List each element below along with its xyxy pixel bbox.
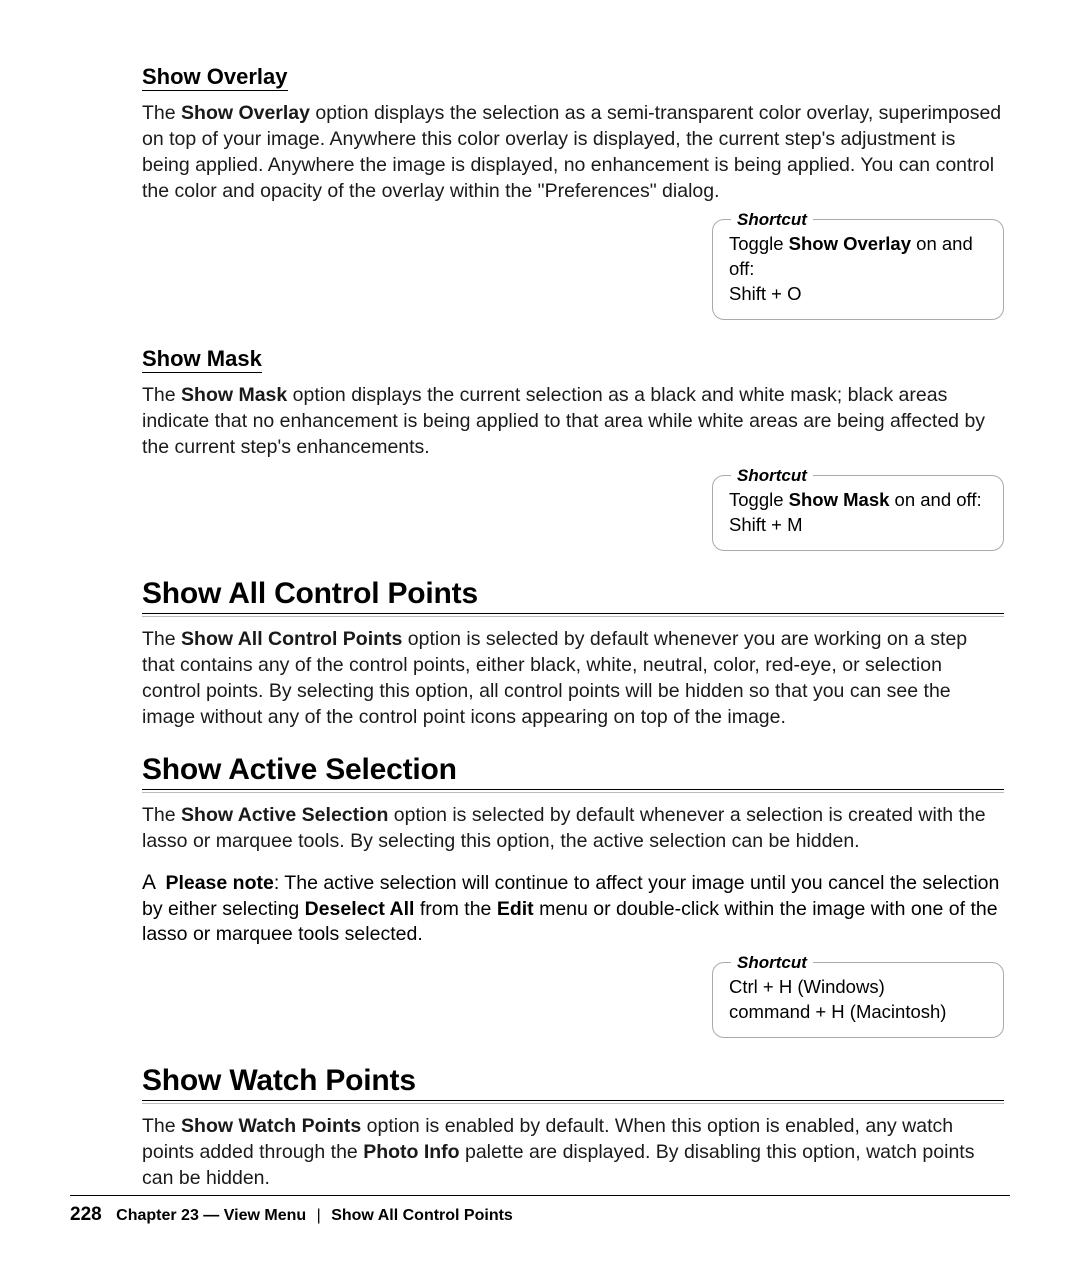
term-show-active: Show Active Selection <box>181 804 388 826</box>
page-number: 228 <box>70 1204 102 1225</box>
text-bold: Edit <box>497 898 534 920</box>
para-show-mask: The Show Mask option displays the curren… <box>142 383 1004 461</box>
text: on and off: <box>889 489 981 510</box>
para-show-all-cp: The Show All Control Points option is se… <box>142 627 1004 731</box>
shortcut-line2: Shift + O <box>729 282 987 307</box>
content-column: Show Overlay The Show Overlay option dis… <box>70 64 1010 1192</box>
text: The <box>142 384 181 406</box>
rule <box>142 1100 1004 1104</box>
shortcut-line1: Toggle Show Overlay on and off: <box>729 232 987 282</box>
shortcut-legend: Shortcut <box>731 465 813 488</box>
text-bold: Show Mask <box>789 489 890 510</box>
text: The <box>142 1115 181 1137</box>
note-marker-icon: A <box>142 871 156 894</box>
heading-show-active-selection: Show Active Selection <box>142 753 1004 787</box>
shortcut-show-active: Shortcut Ctrl + H (Windows) command + H … <box>712 962 1004 1038</box>
text-bold: Photo Info <box>363 1141 459 1163</box>
shortcut-line1: Ctrl + H (Windows) <box>729 975 987 1000</box>
footer-topic: Show All Control Points <box>331 1207 513 1224</box>
shortcut-legend: Shortcut <box>731 952 813 975</box>
page-footer: 228 Chapter 23 — View Menu | Show All Co… <box>70 1195 1010 1226</box>
shortcut-line1: Toggle Show Mask on and off: <box>729 488 987 513</box>
manual-page: Show Overlay The Show Overlay option dis… <box>0 0 1080 1270</box>
note-label: Please note <box>165 872 273 894</box>
heading-show-mask: Show Mask <box>142 346 262 373</box>
footer-separator: | <box>317 1207 321 1224</box>
shortcut-legend: Shortcut <box>731 209 813 232</box>
para-show-overlay: The Show Overlay option displays the sel… <box>142 101 1004 205</box>
text-bold: Show Overlay <box>789 233 911 254</box>
text: The <box>142 628 181 650</box>
para-show-watch: The Show Watch Points option is enabled … <box>142 1114 1004 1192</box>
heading-show-all-control-points: Show All Control Points <box>142 577 1004 611</box>
term-show-watch: Show Watch Points <box>181 1115 361 1137</box>
para-show-active: The Show Active Selection option is sele… <box>142 803 1004 855</box>
term-show-overlay: Show Overlay <box>181 102 310 124</box>
text: from the <box>414 898 496 920</box>
text: Toggle <box>729 489 789 510</box>
shortcut-row: Shortcut Toggle Show Overlay on and off:… <box>142 219 1004 320</box>
text: The <box>142 804 181 826</box>
heading-show-overlay: Show Overlay <box>142 64 288 91</box>
note-active-selection: A Please note: The active selection will… <box>142 869 1004 949</box>
shortcut-line2: Shift + M <box>729 513 987 538</box>
term-show-all-cp: Show All Control Points <box>181 628 402 650</box>
shortcut-line2: command + H (Macintosh) <box>729 1000 987 1025</box>
shortcut-show-overlay: Shortcut Toggle Show Overlay on and off:… <box>712 219 1004 320</box>
text: Toggle <box>729 233 789 254</box>
chapter-label: Chapter 23 — View Menu <box>116 1207 306 1224</box>
text: The <box>142 102 181 124</box>
shortcut-row: Shortcut Ctrl + H (Windows) command + H … <box>142 962 1004 1038</box>
shortcut-row: Shortcut Toggle Show Mask on and off: Sh… <box>142 475 1004 551</box>
heading-show-watch-points: Show Watch Points <box>142 1064 1004 1098</box>
rule <box>142 789 1004 793</box>
rule <box>142 613 1004 617</box>
text-bold: Deselect All <box>305 898 415 920</box>
term-show-mask: Show Mask <box>181 384 287 406</box>
shortcut-show-mask: Shortcut Toggle Show Mask on and off: Sh… <box>712 475 1004 551</box>
